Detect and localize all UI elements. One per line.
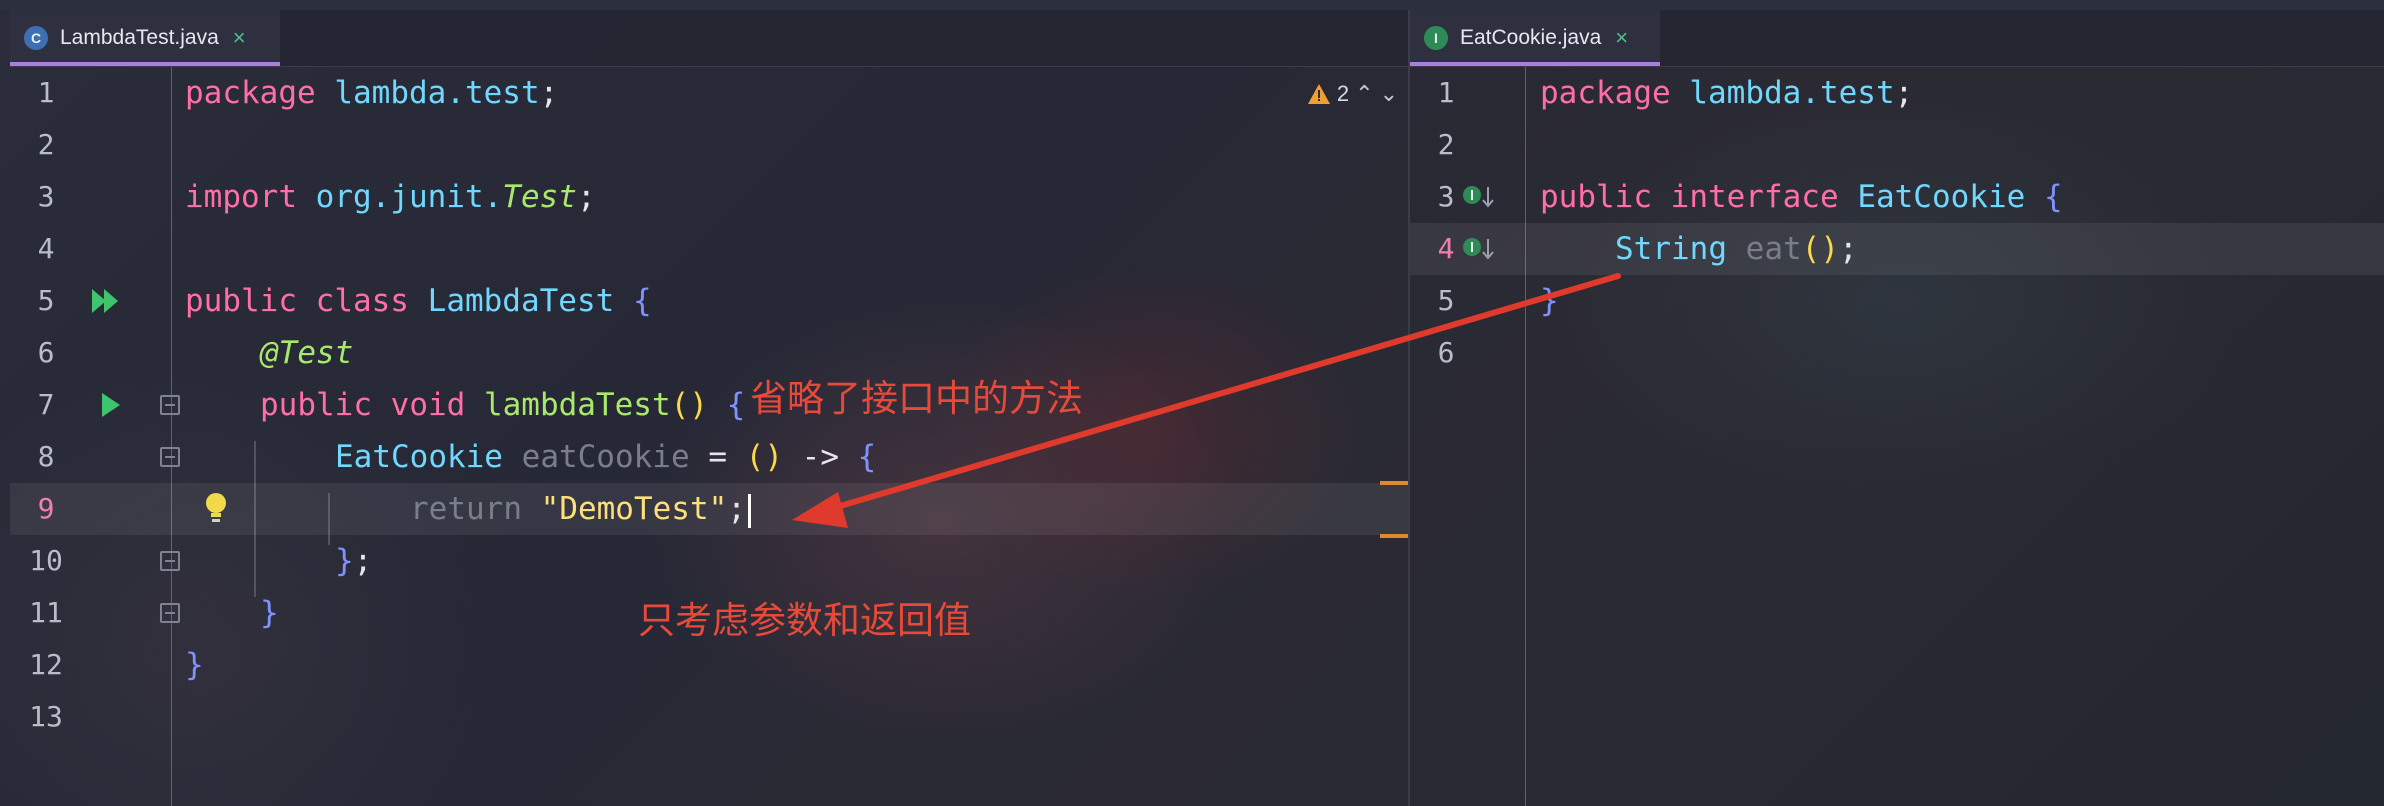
annotation-arrow <box>792 273 1621 528</box>
